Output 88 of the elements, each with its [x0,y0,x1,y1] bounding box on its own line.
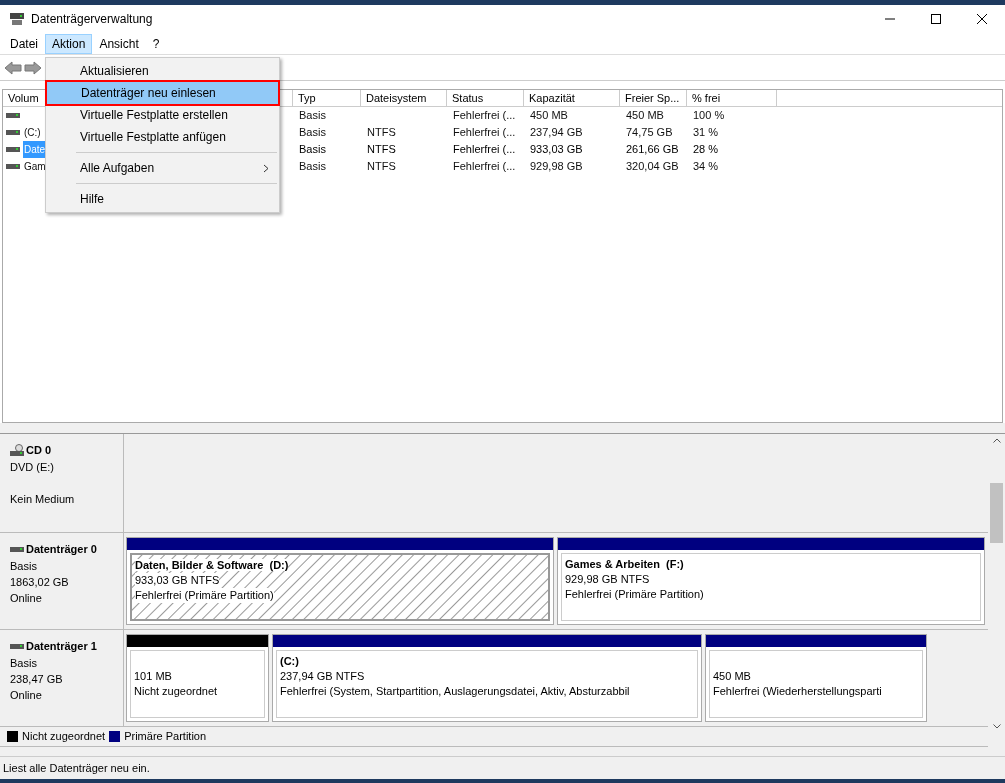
partition-info: 237,94 GB NTFS [280,669,365,684]
partition-info: Fehlerfrei (Wiederherstellungsparti [713,684,882,699]
disk-info: 238,47 GB [10,672,63,685]
menu-item[interactable]: Alle Aufgaben [46,157,279,179]
menu-item[interactable]: Hilfe [46,188,279,210]
column-header[interactable]: Dateisystem [361,90,447,106]
partition-info: 929,98 GB NTFS [565,572,650,587]
drive-icon [10,546,24,552]
legend-label: Nicht zugeordnet [22,729,106,745]
back-arrow-icon[interactable] [4,60,22,75]
partition-block[interactable]: Daten, Bilder & Software (D:) 933,03 GB NTFS Fehlerfrei (Primäre Partition) [126,537,554,625]
table-cell: 31 % [693,126,719,138]
disk-info: 1863,02 GB [10,575,69,588]
disk-info: Basis [10,559,37,572]
table-cell: 100 % [693,109,725,121]
partition-info: Fehlerfrei (System, Startpartition, Auslagerungsdatei, Aktiv, Absturzabbil [280,684,630,699]
disk-name: Datenträger 0 [26,542,97,557]
menu-item[interactable]: Virtuelle Festplatte anfügen [46,126,279,148]
column-header[interactable]: Freier Sp... [620,90,687,106]
menu-item[interactable]: Aktion [45,33,93,54]
table-cell: 261,66 GB [626,143,679,155]
status-text: Liest alle Datenträger neu ein. [3,760,150,776]
drive-icon [6,130,20,135]
forward-arrow-icon[interactable] [24,60,42,75]
menu-item[interactable]: Ansicht [92,33,146,54]
table-cell: NTFS [367,160,396,172]
table-cell: 320,04 GB [626,160,679,172]
table-cell: 929,98 GB [530,160,583,172]
partition-title: Games & Arbeiten (F:) [565,558,684,570]
table-cell: 34 % [693,160,719,172]
cd-drive-icon [10,444,24,457]
column-header[interactable]: % frei [687,90,777,106]
menu-item[interactable]: Datei [3,33,45,54]
table-cell: Fehlerfrei (... [453,160,516,172]
close-icon [977,14,987,24]
partition-info: 933,03 GB NTFS [135,573,220,588]
table-cell: Fehlerfrei (... [453,126,516,138]
maximize-icon [931,14,941,24]
partition-block[interactable]: (C:) 237,94 GB NTFS Fehlerfrei (System, Startpartition, Auslagerungsdatei, Aktiv, Absturzabbil [272,634,702,722]
table-cell: NTFS [367,143,396,155]
app-icon [9,12,25,26]
partition-info: Nicht zugeordnet [134,684,218,699]
partition-title: Daten, Bilder & Software (D:) [135,559,289,571]
drive-icon [6,164,20,169]
disk-info: DVD (E:) [10,460,54,473]
disk-info: Online [10,591,42,604]
menu-item[interactable]: Aktualisieren [46,60,279,82]
table-cell[interactable]: Gam [23,158,47,175]
menu-item[interactable]: Datenträger neu einlesen [47,82,278,104]
table-cell: 933,03 GB [530,143,583,155]
table-cell: Basis [299,143,326,155]
table-cell: Fehlerfrei (... [453,109,516,121]
chevron-right-icon [263,163,269,173]
scrollbar-thumb[interactable] [990,483,1003,543]
partition-title: (C:) [280,655,299,667]
column-header[interactable]: Kapazität [524,90,620,106]
partition-block[interactable]: Games & Arbeiten (F:) 929,98 GB NTFS Fehlerfrei (Primäre Partition) [557,537,985,625]
table-cell: 450 MB [626,109,664,121]
drive-icon [10,643,24,649]
drive-icon [6,147,20,152]
menu-item[interactable]: ? [145,33,167,54]
table-cell[interactable]: (C:) [23,124,42,141]
table-cell: NTFS [367,126,396,138]
disk-name: CD 0 [26,443,52,458]
table-cell: 28 % [693,143,719,155]
disk-info: Basis [10,656,37,669]
column-header[interactable]: Typ [293,90,361,106]
disk-info: Kein Medium [10,492,75,505]
table-cell: Basis [299,160,326,172]
table-cell: 237,94 GB [530,126,583,138]
table-cell: Basis [299,109,326,121]
chevron-down-icon[interactable] [992,724,1001,729]
partition-info: Fehlerfrei (Primäre Partition) [565,587,704,602]
table-cell: Fehlerfrei (... [453,143,516,155]
table-cell: Basis [299,126,326,138]
partition-info: Fehlerfrei (Primäre Partition) [135,588,274,603]
chevron-up-icon[interactable] [992,438,1001,443]
disk-info: Online [10,688,42,701]
window-title: Datenträgerverwaltung [31,11,153,28]
partition-block[interactable]: 450 MB Fehlerfrei (Wiederherstellungsparti [705,634,927,722]
legend-label: Primäre Partition [124,729,207,745]
drive-icon [6,113,20,118]
table-cell: 74,75 GB [626,126,673,138]
table-cell: 450 MB [530,109,568,121]
disk-name: Datenträger 1 [26,639,97,654]
partition-block[interactable]: 101 MB Nicht zugeordnet [126,634,269,722]
menu-item[interactable]: Virtuelle Festplatte erstellen [46,104,279,126]
column-header[interactable]: Status [447,90,524,106]
